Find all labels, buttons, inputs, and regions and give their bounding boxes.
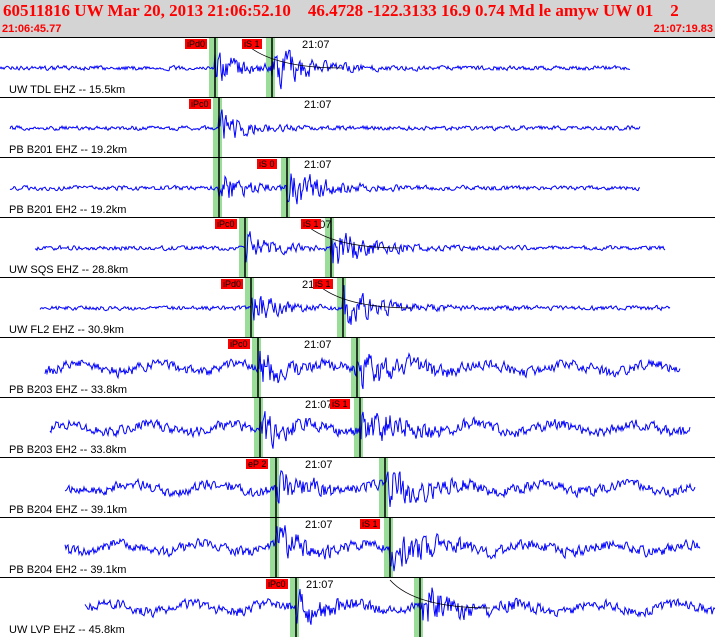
trace-panel[interactable]: 21:07 iS 1 PB B204 EH2 -- 39.1km (0, 517, 715, 577)
s-pick-label[interactable]: iS 1 (242, 39, 262, 49)
station-label: PB B203 EHZ -- 33.8km (9, 384, 127, 396)
p-pick-label[interactable]: iPc0 (266, 579, 288, 589)
end-time: 21:07:19.83 (653, 23, 713, 35)
trace-panel[interactable]: 21:07 iPd0 iS 1 UW TDL EHZ -- 15.5km (0, 37, 715, 97)
p-pick-label[interactable]: iPc0 (189, 99, 211, 109)
header-bar: 60511816 UW Mar 20, 2013 21:06:52.10 46.… (0, 0, 715, 37)
trace-panel[interactable]: 21:07 iS 0 PB B201 EH2 -- 19.2km (0, 157, 715, 217)
trace-panel[interactable]: 21:07iPd0iS 1UW FL2 EHZ -- 30.9km (0, 277, 715, 337)
station-label: PB B201 EH2 -- 19.2km (9, 204, 127, 216)
s-pick-window (379, 458, 388, 517)
p-pick-label[interactable]: iPd0 (185, 39, 208, 49)
minute-marker: 21:07 (305, 459, 333, 471)
waveform-trace (64, 525, 701, 572)
minute-marker: 21:07 (306, 579, 334, 591)
station-label: PB B204 EH2 -- 39.1km (9, 564, 127, 576)
s-pick-label[interactable]: iS 1 (360, 519, 380, 529)
trace-panel[interactable]: 21:07iPc0iS 1UW SQS EHZ -- 28.8km (0, 217, 715, 277)
s-pick-label[interactable]: iS 1 (313, 279, 333, 289)
minute-marker: 21:07 (305, 519, 333, 531)
p-pick-label[interactable]: iPc0 (228, 339, 250, 349)
p-pick-label[interactable]: eP 2 (246, 459, 269, 469)
start-time: 21:06:45.77 (2, 23, 62, 35)
p-pick-window (252, 338, 261, 397)
waveform-trace (49, 411, 691, 449)
waveform-trace (34, 231, 666, 264)
p-pick-window (270, 518, 279, 577)
trace-panel[interactable]: 21:07 iPc0 UW LVP EHZ -- 45.8km (0, 577, 715, 637)
s-pick-label[interactable]: iS 0 (257, 159, 277, 169)
waveform-trace (9, 173, 640, 205)
waveform-trace (44, 350, 681, 390)
waveform-trace (84, 587, 715, 625)
waveform-trace (39, 285, 671, 325)
minute-marker: 21:07 (304, 159, 332, 171)
trace-panel[interactable]: 21:07 iPc0 PB B201 EHZ -- 19.2km (0, 97, 715, 157)
trace-panel[interactable]: 21:07 iPc0 PB B203 EHZ -- 33.8km (0, 337, 715, 397)
station-label: PB B203 EH2 -- 33.8km (9, 444, 127, 456)
minute-marker: 21:07 (304, 99, 332, 111)
p-pick-label[interactable]: iPc0 (215, 219, 237, 229)
p-pick-label[interactable]: iPd0 (221, 279, 244, 289)
s-pick-label[interactable]: iS 1 (301, 219, 321, 229)
minute-marker: 21:07 (304, 339, 332, 351)
minute-marker: 21:07 (302, 39, 330, 51)
minute-marker: 21:07 (305, 399, 333, 411)
station-label: UW LVP EHZ -- 45.8km (9, 624, 125, 636)
waveform-trace (9, 109, 641, 139)
station-label: PB B204 EHZ -- 39.1km (9, 504, 127, 516)
station-label: UW TDL EHZ -- 15.5km (9, 84, 126, 96)
travel-time-curve (389, 579, 491, 609)
station-label: UW SQS EHZ -- 28.8km (9, 264, 129, 276)
station-label: UW FL2 EHZ -- 30.9km (9, 324, 124, 336)
event-title: 60511816 UW Mar 20, 2013 21:06:52.10 46.… (3, 1, 679, 20)
trace-panel[interactable]: 21:07 iS 1 PB B203 EH2 -- 33.8km (0, 397, 715, 457)
station-label: PB B201 EHZ -- 19.2km (9, 144, 127, 156)
trace-panel[interactable]: 21:07 eP 2 PB B204 EHZ -- 39.1km (0, 457, 715, 517)
s-pick-label[interactable]: iS 1 (330, 399, 350, 409)
